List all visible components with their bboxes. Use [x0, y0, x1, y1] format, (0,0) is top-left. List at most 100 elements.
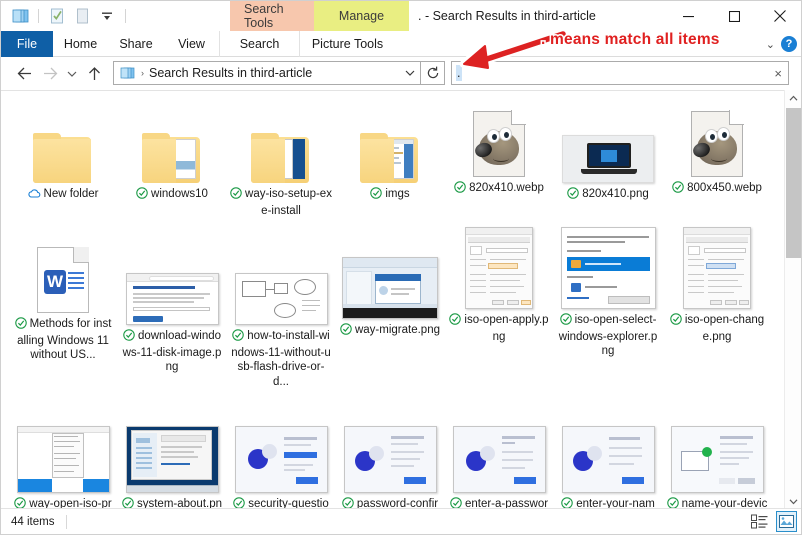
file-list-view[interactable]: New folder windows10 way-iso-setup-exe-i… [1, 90, 801, 510]
list-item[interactable]: 820x410.webp [447, 93, 551, 198]
word-document-icon: W [37, 247, 89, 313]
check-icon [123, 329, 135, 346]
contextual-tab-search-tools[interactable]: Search Tools [230, 1, 314, 31]
quick-access-toolbar [1, 1, 130, 31]
up-button[interactable] [81, 61, 107, 87]
check-icon [136, 187, 148, 204]
refresh-button[interactable] [421, 61, 445, 85]
item-thumbnail [665, 225, 769, 309]
list-item[interactable]: 800x450.webp [665, 93, 769, 198]
list-item[interactable]: system-about.png [120, 409, 224, 510]
back-button[interactable] [11, 61, 37, 87]
check-icon [340, 323, 352, 340]
item-thumbnail [338, 409, 442, 493]
breadcrumb-chevron-icon[interactable]: › [136, 68, 149, 78]
check-icon [232, 329, 245, 346]
scrollbar-thumb[interactable] [786, 108, 801, 258]
tab-view[interactable]: View [164, 31, 219, 57]
list-item[interactable]: security-question.png [229, 409, 333, 510]
item-label: way-migrate.png [338, 323, 442, 340]
item-label: New folder [11, 187, 115, 204]
forward-button[interactable] [37, 61, 63, 87]
list-item[interactable]: way-iso-setup-exe-install [229, 99, 333, 218]
cloud-icon [27, 188, 41, 204]
list-item[interactable]: way-open-iso-properties.png [11, 409, 115, 510]
item-label: way-iso-setup-exe-install [229, 187, 333, 218]
item-thumbnail [120, 409, 224, 493]
item-thumbnail [11, 99, 115, 183]
ribbon-right-controls: ⌄ ? [766, 31, 797, 57]
oobe-thumbnail [343, 426, 437, 493]
item-thumbnail: W [11, 229, 115, 313]
address-bar[interactable]: › Search Results in third-article [113, 61, 421, 85]
tab-share[interactable]: Share [108, 31, 164, 57]
list-item[interactable]: iso-open-apply.png [447, 225, 551, 344]
item-thumbnail [120, 99, 224, 183]
oobe-thumbnail [561, 426, 655, 493]
dark-dialog-thumbnail [342, 257, 438, 319]
item-thumbnail [556, 225, 660, 309]
item-thumbnail [665, 409, 769, 493]
toolbar-divider [38, 9, 39, 23]
explorer-icon[interactable] [9, 5, 31, 27]
search-input[interactable]: . [456, 65, 462, 81]
folder-icon [251, 133, 311, 183]
list-item[interactable]: New folder [11, 99, 115, 204]
list-item[interactable]: iso-open-change.png [665, 225, 769, 344]
diagram-thumbnail [234, 273, 328, 325]
item-label: 820x410.png [556, 187, 660, 204]
help-icon[interactable]: ? [781, 36, 797, 52]
list-item[interactable]: enter-your-name.png [556, 409, 660, 510]
item-thumbnail [229, 409, 333, 493]
item-label: iso-open-apply.png [447, 313, 551, 344]
item-label: imgs [338, 187, 442, 204]
check-icon [14, 317, 27, 334]
window-controls [665, 1, 801, 31]
check-icon [672, 181, 684, 198]
annotation-text: . means match all items [540, 30, 721, 50]
properties-icon[interactable] [46, 5, 68, 27]
search-box[interactable]: . × [451, 61, 789, 85]
item-thumbnail [229, 241, 333, 325]
list-item[interactable]: download-windows-11-disk-image.png [120, 241, 224, 375]
folder-icon [33, 133, 93, 183]
tab-file[interactable]: File [1, 31, 53, 57]
details-view-button[interactable] [749, 511, 770, 532]
recent-locations-button[interactable] [63, 61, 81, 87]
address-dropdown-icon[interactable] [400, 69, 420, 77]
expand-ribbon-icon[interactable]: ⌄ [766, 38, 775, 51]
scroll-up-icon[interactable] [785, 90, 801, 107]
item-count: 44 items [11, 515, 55, 528]
tab-search[interactable]: Search [219, 31, 299, 57]
item-label: iso-open-change.png [665, 313, 769, 344]
vertical-scrollbar[interactable] [784, 90, 801, 510]
list-item[interactable]: iso-open-select-windows-explorer.png [556, 225, 660, 359]
folder-icon [142, 133, 202, 183]
list-item[interactable]: imgs [338, 99, 442, 204]
breadcrumb[interactable]: Search Results in third-article [149, 66, 400, 80]
customize-icon[interactable] [96, 5, 118, 27]
minimize-button[interactable] [665, 1, 711, 31]
contextual-tab-manage[interactable]: Manage [314, 1, 409, 31]
list-item[interactable]: name-your-device.png [665, 409, 769, 510]
maximize-button[interactable] [711, 1, 757, 31]
item-label: windows10 [120, 187, 224, 204]
list-item[interactable]: windows10 [120, 99, 224, 204]
close-button[interactable] [757, 1, 801, 31]
item-label: 800x450.webp [665, 181, 769, 198]
settings-thumbnail [125, 426, 219, 493]
list-item[interactable]: enter-a-password.png [447, 409, 551, 510]
tab-picture-tools[interactable]: Picture Tools [299, 31, 395, 57]
list-item[interactable]: way-migrate.png [338, 235, 442, 340]
search-clear-icon[interactable]: × [774, 66, 782, 81]
item-thumbnail [556, 99, 660, 183]
list-item[interactable]: how-to-install-windows-11-without-usb-fl… [229, 241, 333, 389]
tab-home[interactable]: Home [53, 31, 108, 57]
list-item[interactable]: password-confirmation.png [338, 409, 442, 510]
item-thumbnail [338, 99, 442, 183]
list-item[interactable]: 820x410.png [556, 99, 660, 204]
large-icons-view-button[interactable] [776, 511, 797, 532]
list-item[interactable]: W Methods for installing Windows 11 with… [11, 229, 115, 363]
new-folder-icon[interactable] [71, 5, 93, 27]
properties-dialog-thumbnail [683, 227, 751, 309]
